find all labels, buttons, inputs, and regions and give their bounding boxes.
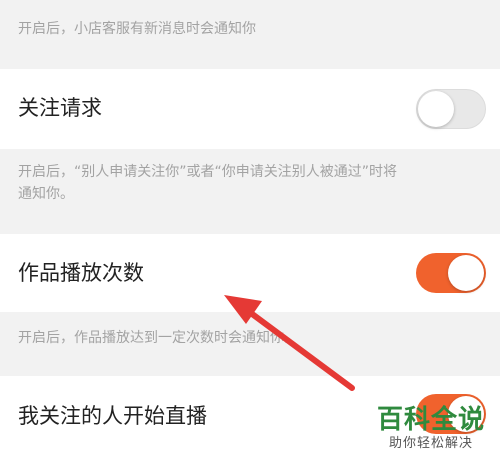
toggle-knob xyxy=(448,255,484,291)
follow-request-description-line1: 开启后，“别人申请关注你”或者“你申请关注别人被通过”时将 xyxy=(18,164,398,180)
watermark-subtitle: 助你轻松解决 xyxy=(388,436,473,451)
play-count-description-text: 开启后，作品播放达到一定次数时会通知你。 xyxy=(18,330,298,346)
follow-request-toggle[interactable] xyxy=(416,89,486,129)
shop-service-description: 开启后，小店客服有新消息时会通知你 xyxy=(0,18,500,40)
play-count-label: 作品播放次数 xyxy=(18,261,144,285)
watermark-title: 百科全说 xyxy=(376,405,485,435)
follow-request-row[interactable]: 关注请求 xyxy=(0,69,500,149)
play-count-row[interactable]: 作品播放次数 xyxy=(0,234,500,312)
live-start-label: 我关注的人开始直播 xyxy=(18,404,207,428)
shop-service-description-text: 开启后，小店客服有新消息时会通知你 xyxy=(18,21,256,37)
follow-request-label: 关注请求 xyxy=(18,96,102,120)
play-count-description: 开启后，作品播放达到一定次数时会通知你。 xyxy=(0,327,500,349)
follow-request-description-line2: 通知你。 xyxy=(18,186,74,202)
toggle-knob xyxy=(418,91,454,127)
follow-request-description: 开启后，“别人申请关注你”或者“你申请关注别人被通过”时将 通知你。 xyxy=(0,161,500,205)
play-count-toggle[interactable] xyxy=(416,253,486,293)
baike-watermark-logo: 百科全说 助你轻松解决 xyxy=(372,405,490,453)
